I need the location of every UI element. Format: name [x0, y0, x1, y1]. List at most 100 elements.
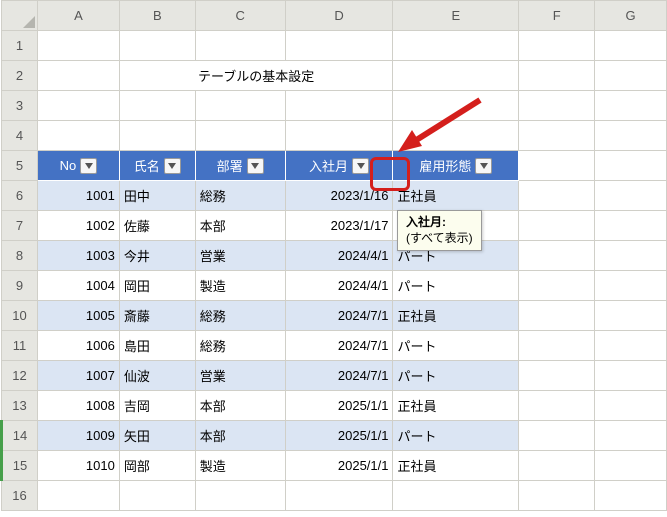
row-header[interactable]: 10: [2, 301, 38, 331]
cell[interactable]: [519, 301, 595, 331]
row-header[interactable]: 16: [2, 481, 38, 511]
cell[interactable]: [595, 61, 667, 91]
table-header-emptype[interactable]: 雇用形態: [393, 151, 519, 181]
cell-no[interactable]: 1002: [37, 211, 119, 241]
cell[interactable]: [595, 181, 667, 211]
cell-dept[interactable]: 本部: [195, 391, 285, 421]
cell-dept[interactable]: 営業: [195, 361, 285, 391]
row-header[interactable]: 7: [2, 211, 38, 241]
cell[interactable]: [119, 31, 195, 61]
cell-dept[interactable]: 本部: [195, 211, 285, 241]
cell-joined[interactable]: 2024/4/1: [285, 241, 393, 271]
cell-dept[interactable]: 製造: [195, 271, 285, 301]
cell[interactable]: [285, 91, 393, 121]
cell[interactable]: [595, 481, 667, 511]
cell[interactable]: [519, 181, 595, 211]
cell-emptype[interactable]: パート: [393, 331, 519, 361]
row-header[interactable]: 6: [2, 181, 38, 211]
cell-no[interactable]: 1007: [37, 361, 119, 391]
cell-name[interactable]: 仙波: [119, 361, 195, 391]
row-header[interactable]: 12: [2, 361, 38, 391]
page-title[interactable]: テーブルの基本設定: [119, 61, 393, 91]
cell-joined[interactable]: 2024/7/1: [285, 361, 393, 391]
col-header-B[interactable]: B: [119, 1, 195, 31]
cell[interactable]: [519, 391, 595, 421]
row-header[interactable]: 1: [2, 31, 38, 61]
cell-no[interactable]: 1009: [37, 421, 119, 451]
cell[interactable]: [595, 241, 667, 271]
cell-joined[interactable]: 2023/1/16: [285, 181, 393, 211]
row-header[interactable]: 3: [2, 91, 38, 121]
cell[interactable]: [519, 91, 595, 121]
table-header-name[interactable]: 氏名: [119, 151, 195, 181]
cell-dept[interactable]: 本部: [195, 421, 285, 451]
cell[interactable]: [393, 91, 519, 121]
cell-no[interactable]: 1001: [37, 181, 119, 211]
filter-button-joined[interactable]: [352, 158, 369, 174]
cell[interactable]: [595, 301, 667, 331]
row-header[interactable]: 9: [2, 271, 38, 301]
cell[interactable]: [37, 121, 119, 151]
cell[interactable]: [595, 211, 667, 241]
cell-name[interactable]: 岡田: [119, 271, 195, 301]
col-header-A[interactable]: A: [37, 1, 119, 31]
table-header-dept[interactable]: 部署: [195, 151, 285, 181]
cell-emptype[interactable]: パート: [393, 421, 519, 451]
cell-joined[interactable]: 2024/7/1: [285, 331, 393, 361]
cell-joined[interactable]: 2024/4/1: [285, 271, 393, 301]
col-header-D[interactable]: D: [285, 1, 393, 31]
col-header-C[interactable]: C: [195, 1, 285, 31]
cell[interactable]: [595, 421, 667, 451]
cell[interactable]: [285, 481, 393, 511]
cell[interactable]: [519, 121, 595, 151]
cell-name[interactable]: 斎藤: [119, 301, 195, 331]
row-header[interactable]: 5: [2, 151, 38, 181]
cell[interactable]: [119, 481, 195, 511]
cell[interactable]: [519, 271, 595, 301]
cell-no[interactable]: 1006: [37, 331, 119, 361]
cell[interactable]: [519, 211, 595, 241]
cell[interactable]: [595, 391, 667, 421]
cell[interactable]: [519, 481, 595, 511]
cell[interactable]: [519, 31, 595, 61]
cell-no[interactable]: 1005: [37, 301, 119, 331]
cell[interactable]: [195, 121, 285, 151]
table-header-no[interactable]: No: [37, 151, 119, 181]
cell[interactable]: [595, 121, 667, 151]
row-header[interactable]: 2: [2, 61, 38, 91]
row-header[interactable]: 14: [2, 421, 38, 451]
cell[interactable]: [195, 91, 285, 121]
cell[interactable]: [393, 481, 519, 511]
cell-joined[interactable]: 2025/1/1: [285, 421, 393, 451]
select-all-corner[interactable]: [2, 1, 38, 31]
cell[interactable]: [595, 151, 667, 181]
cell[interactable]: [595, 31, 667, 61]
cell-dept[interactable]: 営業: [195, 241, 285, 271]
filter-button-dept[interactable]: [247, 158, 264, 174]
cell-no[interactable]: 1003: [37, 241, 119, 271]
cell-name[interactable]: 島田: [119, 331, 195, 361]
cell[interactable]: [519, 61, 595, 91]
cell[interactable]: [119, 121, 195, 151]
cell-name[interactable]: 佐藤: [119, 211, 195, 241]
cell-emptype[interactable]: 正社員: [393, 301, 519, 331]
cell[interactable]: [595, 91, 667, 121]
row-header[interactable]: 13: [2, 391, 38, 421]
cell-name[interactable]: 吉岡: [119, 391, 195, 421]
cell-joined[interactable]: 2023/1/17: [285, 211, 393, 241]
cell[interactable]: [595, 451, 667, 481]
cell[interactable]: [393, 121, 519, 151]
cell-dept[interactable]: 総務: [195, 301, 285, 331]
cell[interactable]: [519, 241, 595, 271]
cell-joined[interactable]: 2025/1/1: [285, 391, 393, 421]
cell[interactable]: [519, 421, 595, 451]
cell[interactable]: [595, 361, 667, 391]
cell[interactable]: [595, 331, 667, 361]
cell-joined[interactable]: 2025/1/1: [285, 451, 393, 481]
col-header-E[interactable]: E: [393, 1, 519, 31]
cell-name[interactable]: 岡部: [119, 451, 195, 481]
cell-dept[interactable]: 総務: [195, 181, 285, 211]
row-header[interactable]: 15: [2, 451, 38, 481]
cell-no[interactable]: 1004: [37, 271, 119, 301]
cell[interactable]: [519, 331, 595, 361]
